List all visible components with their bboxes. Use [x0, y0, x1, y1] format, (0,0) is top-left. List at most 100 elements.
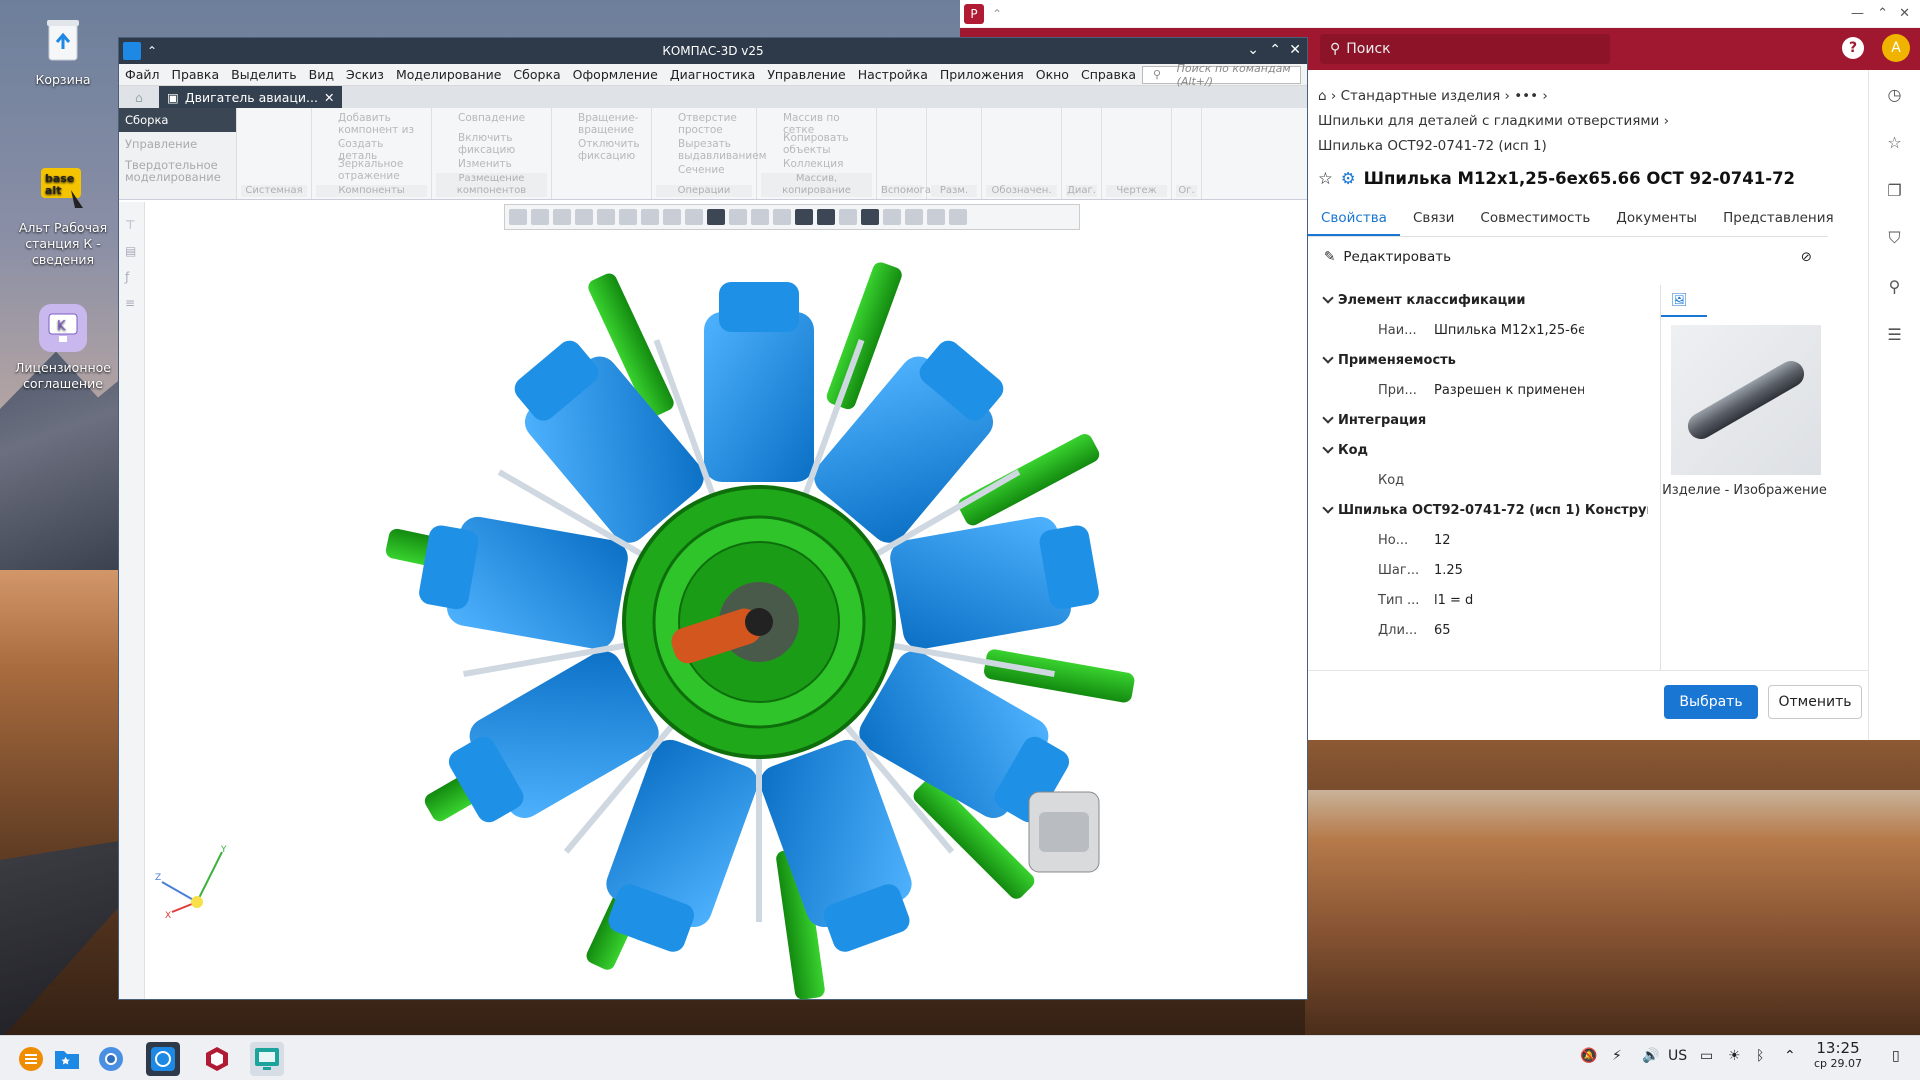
filter-icon[interactable]: [905, 209, 923, 225]
view-tool-icon[interactable]: [949, 209, 967, 225]
help-icon[interactable]: ?: [1842, 37, 1864, 59]
minimize-icon[interactable]: ⌄: [1247, 42, 1259, 58]
menu-assembly[interactable]: Сборка: [507, 67, 566, 82]
search-icon[interactable]: ⚲: [1869, 262, 1920, 310]
section-code[interactable]: Код: [1308, 435, 1648, 465]
tray-expand-icon[interactable]: ⌃: [1784, 1048, 1796, 1064]
coincidence-button[interactable]: Совпадение: [438, 112, 545, 132]
select-button[interactable]: Выбрать: [1664, 685, 1758, 719]
radial-engine-model[interactable]: [379, 232, 1139, 1002]
menu-file[interactable]: Файл: [119, 67, 166, 82]
grid-pattern-button[interactable]: Массив по сетке: [763, 112, 870, 136]
menu-modeling[interactable]: Моделирование: [390, 67, 507, 82]
perspective-icon[interactable]: [861, 209, 879, 225]
menu-edit[interactable]: Правка: [166, 67, 226, 82]
view-tool-icon[interactable]: [531, 209, 549, 225]
minimize-icon[interactable]: —: [1851, 6, 1864, 21]
volume-icon[interactable]: 🔊: [1642, 1048, 1659, 1064]
maximize-icon[interactable]: ⌃: [1877, 6, 1888, 21]
menu-view[interactable]: Вид: [303, 67, 340, 82]
shaded-display-icon[interactable]: [707, 209, 725, 225]
tab-properties[interactable]: Свойства: [1308, 202, 1400, 236]
edit-button[interactable]: ✎ Редактировать ⊘: [1308, 237, 1828, 277]
file-manager-icon[interactable]: [50, 1042, 84, 1076]
breadcrumb-item[interactable]: Шпильки для деталей с гладкими отверстия…: [1318, 113, 1659, 129]
command-search-input[interactable]: ⚲ Поиск по командам (Alt+/): [1142, 62, 1301, 88]
view-tool-icon[interactable]: [553, 209, 571, 225]
tab-engine-document[interactable]: ▣ Двигатель авиаци... ✕: [159, 86, 343, 108]
section-applicability[interactable]: Применяемость: [1308, 345, 1648, 375]
orientation-icon[interactable]: [663, 209, 681, 225]
desktop-icon-alt-info[interactable]: base alt Альт Рабочая станция К - сведени…: [8, 160, 118, 268]
image-tab-icon[interactable]: 🖼: [1661, 285, 1707, 317]
avatar[interactable]: A: [1882, 34, 1910, 62]
folders-icon[interactable]: ❐: [1869, 166, 1920, 214]
section-integration[interactable]: Интеграция: [1308, 405, 1648, 435]
hole-button[interactable]: Отверстие простое: [658, 112, 750, 138]
notifications-muted-icon[interactable]: 🔕: [1580, 1048, 1597, 1064]
view-tool-icon[interactable]: [597, 209, 615, 225]
view-tool-icon[interactable]: [509, 209, 527, 225]
kompas-taskbar-icon[interactable]: [146, 1042, 180, 1076]
rotate-icon[interactable]: [619, 209, 637, 225]
close-tab-icon[interactable]: ✕: [324, 90, 334, 105]
model-viewport[interactable]: ⊤ ▤ ƒ ≡ Y Z X: [119, 202, 1307, 1002]
filter-icon[interactable]: ⛉: [1869, 214, 1920, 262]
hide-show-icon[interactable]: [751, 209, 769, 225]
tree-icons[interactable]: ⊤ ▤ ƒ ≡: [125, 212, 138, 316]
pan-icon[interactable]: [641, 209, 659, 225]
tab-links[interactable]: Связи: [1400, 202, 1467, 236]
bluetooth-icon[interactable]: ᛒ: [1756, 1048, 1764, 1064]
breadcrumb-item[interactable]: Стандартные изделия: [1341, 88, 1501, 104]
unfix-button[interactable]: Отключить фиксацию: [558, 138, 645, 162]
copy-objects-button[interactable]: Копировать объекты: [763, 132, 870, 158]
breadcrumb-more[interactable]: •••: [1514, 88, 1538, 104]
menu-sketch[interactable]: Эскиз: [340, 67, 390, 82]
rotation-button[interactable]: Вращение-вращение: [558, 112, 645, 138]
tab-compatibility[interactable]: Совместимость: [1467, 202, 1603, 236]
section-classification[interactable]: Элемент классификации: [1308, 285, 1648, 315]
remote-desktop-icon[interactable]: [250, 1042, 284, 1076]
view-tool-icon[interactable]: [927, 209, 945, 225]
mode-solid-modeling[interactable]: Твердотельное моделирование: [119, 156, 236, 186]
tab-documents[interactable]: Документы: [1603, 202, 1710, 236]
collapse-icon[interactable]: ⌃: [147, 44, 157, 58]
menu-management[interactable]: Управление: [761, 67, 851, 82]
menu-select[interactable]: Выделить: [225, 67, 303, 82]
close-icon[interactable]: ✕: [1899, 6, 1910, 21]
restore-icon[interactable]: ⌃: [992, 7, 1002, 21]
show-desktop-icon[interactable]: ▯: [1892, 1048, 1900, 1064]
add-component-button[interactable]: Добавить компонент из ...: [318, 112, 425, 148]
star-icon[interactable]: ☆: [1318, 169, 1333, 188]
desktop-icon-trash[interactable]: Корзина: [8, 12, 118, 88]
tab-representations[interactable]: Представления: [1710, 202, 1847, 236]
desktop-icon-license[interactable]: K Лицензионное соглашение: [8, 300, 118, 392]
favorites-icon[interactable]: ☆: [1869, 118, 1920, 166]
close-icon[interactable]: ✕: [1289, 42, 1301, 58]
view-tool-icon[interactable]: [729, 209, 747, 225]
view-tool-icon[interactable]: [839, 209, 857, 225]
cancel-button[interactable]: Отменить: [1768, 685, 1862, 719]
display-icon[interactable]: ▭: [1700, 1048, 1713, 1064]
menu-apps[interactable]: Приложения: [934, 67, 1030, 82]
section-stud[interactable]: Шпилька ОСТ92-0741-72 (исп 1) Конструк: [1308, 495, 1648, 525]
breadcrumb-item[interactable]: Шпилька ОСТ92-0741-72 (исп 1): [1318, 138, 1547, 154]
view-tool-icon[interactable]: [773, 209, 791, 225]
keyboard-layout[interactable]: US: [1668, 1048, 1687, 1064]
fix-button[interactable]: Включить фиксацию: [438, 132, 545, 158]
create-part-button[interactable]: Создать деталь: [318, 138, 425, 162]
history-icon[interactable]: ◷: [1869, 70, 1920, 118]
display-mode-icon[interactable]: [795, 209, 813, 225]
hide-icon[interactable]: ⊘: [1801, 249, 1812, 265]
clock[interactable]: 13:25 ср 29.07: [1814, 1040, 1862, 1072]
menu-window[interactable]: Окно: [1030, 67, 1075, 82]
mode-management[interactable]: Управление: [119, 132, 236, 156]
view-tool-icon[interactable]: [685, 209, 703, 225]
home-tab-icon[interactable]: ⌂: [119, 86, 159, 108]
search-input[interactable]: ⚲ Поиск: [1320, 34, 1610, 64]
menu-settings[interactable]: Настройка: [852, 67, 934, 82]
app-menu-icon[interactable]: [14, 1042, 48, 1076]
notes-icon[interactable]: ☰: [1869, 310, 1920, 358]
mode-assembly[interactable]: Сборка: [119, 108, 236, 132]
menu-help[interactable]: Справка: [1075, 67, 1142, 82]
